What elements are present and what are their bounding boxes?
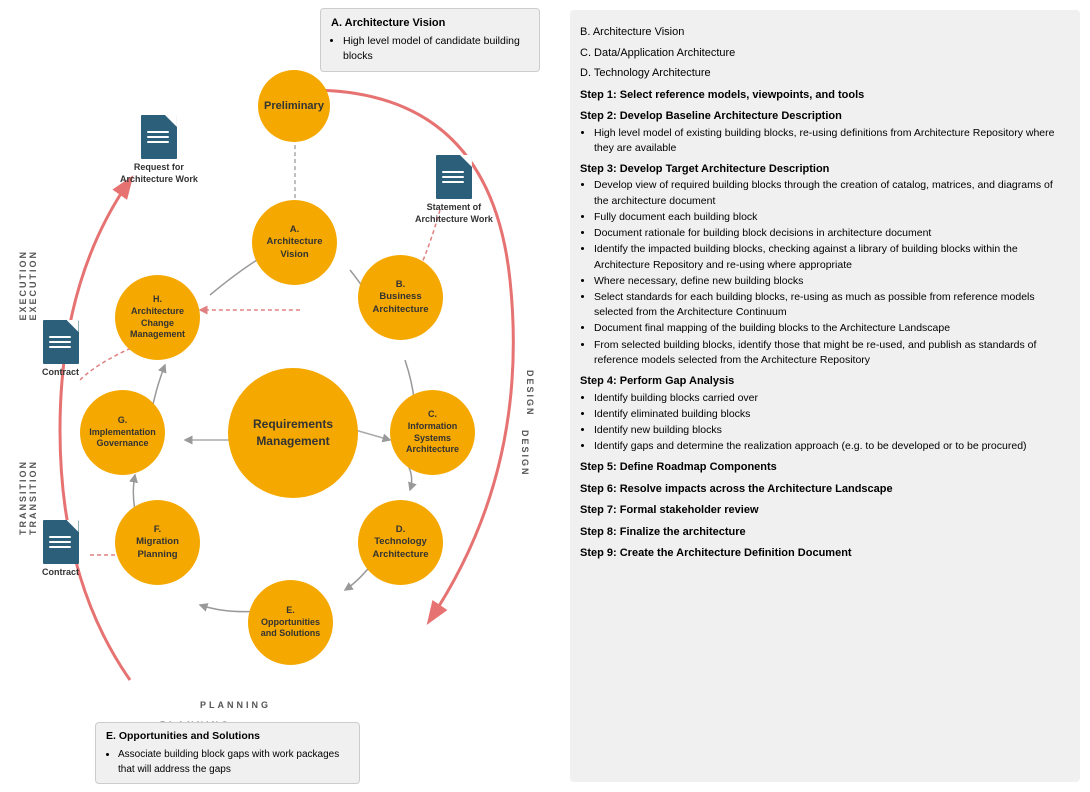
top-callout-bullet-1: High level model of candidate building b… — [343, 34, 529, 66]
label-execution: EXECUTION — [18, 250, 28, 321]
panel-bold-heading: Step 7: Formal stakeholder review — [580, 502, 1066, 519]
panel-bullet-list: Identify building blocks carried overIde… — [594, 391, 1066, 455]
circle-b: B.BusinessArchitecture — [358, 255, 443, 340]
page-container: A. Architecture Vision High level model … — [0, 0, 1090, 792]
label-design: DESIGN — [520, 430, 530, 477]
panel-bullet-item: Identify the impacted building blocks, c… — [594, 242, 1066, 272]
panel-bullet-item: Identify building blocks carried over — [594, 391, 1066, 406]
circle-e: E.Opportunitiesand Solutions — [248, 580, 333, 665]
right-panel: B. Architecture Vision C. Data/Applicatio… — [570, 10, 1080, 782]
panel-bold-heading: Step 9: Create the Architecture Definiti… — [580, 545, 1066, 562]
circle-f: F.MigrationPlanning — [115, 500, 200, 585]
panel-bold-heading: Step 2: Develop Baseline Architecture De… — [580, 108, 1066, 125]
panel-bold-heading: Step 3: Develop Target Architecture Desc… — [580, 161, 1066, 178]
transition-label: TRANSITION — [28, 460, 38, 535]
panel-bullet-item: Fully document each building block — [594, 210, 1066, 225]
doc-request-label: Request forArchitecture Work — [120, 162, 198, 185]
diagram-area: A. Architecture Vision High level model … — [0, 0, 570, 792]
circle-g: G.ImplementationGovernance — [80, 390, 165, 475]
circle-d: D.TechnologyArchitecture — [358, 500, 443, 585]
panel-bullet-list: High level model of existing building bl… — [594, 126, 1066, 156]
panel-bold-heading: Step 5: Define Roadmap Components — [580, 459, 1066, 476]
panel-bullet-item: High level model of existing building bl… — [594, 126, 1066, 156]
circle-center: RequirementsManagement — [228, 368, 358, 498]
panel-bullet-item: From selected building blocks, identify … — [594, 338, 1066, 368]
panel-heading: C. Data/Application Architecture — [580, 45, 1066, 62]
top-callout: A. Architecture Vision High level model … — [320, 8, 540, 72]
circle-preliminary: Preliminary — [258, 70, 330, 142]
panel-heading: D. Technology Architecture — [580, 65, 1066, 82]
doc-statement: Statement ofArchitecture Work — [415, 155, 493, 225]
panel-bullet-item: Document final mapping of the building b… — [594, 321, 1066, 336]
doc-statement-label: Statement ofArchitecture Work — [415, 202, 493, 225]
circle-a: A.ArchitectureVision — [252, 200, 337, 285]
bottom-callout-list: Associate building block gaps with work … — [118, 747, 349, 777]
panel-bullet-item: Document rationale for building block de… — [594, 226, 1066, 241]
circle-h: H.ArchitectureChangeManagement — [115, 275, 200, 360]
panel-bold-heading: Step 8: Finalize the architecture — [580, 524, 1066, 541]
bottom-callout: E. Opportunities and Solutions Associate… — [95, 722, 360, 784]
panel-bold-heading: Step 1: Select reference models, viewpoi… — [580, 87, 1066, 104]
doc-contract-2: Contract — [42, 520, 79, 579]
doc-contract-2-label: Contract — [42, 567, 79, 579]
panel-bullet-item: Identify eliminated building blocks — [594, 407, 1066, 422]
label-planning: PLANNING — [200, 700, 271, 710]
panel-bullet-item: Where necessary, define new building blo… — [594, 274, 1066, 289]
panel-bullet-item: Develop view of required building blocks… — [594, 178, 1066, 208]
label-transition: TRANSITION — [18, 460, 28, 535]
doc-request: Request forArchitecture Work — [120, 115, 198, 185]
execution-label: EXECUTION — [28, 250, 38, 321]
doc-contract-1-label: Contract — [42, 367, 79, 379]
panel-bullet-item: Select standards for each building block… — [594, 290, 1066, 320]
bottom-callout-title: E. Opportunities and Solutions — [106, 729, 349, 745]
top-callout-title: A. Architecture Vision — [331, 15, 529, 32]
panel-heading: B. Architecture Vision — [580, 24, 1066, 41]
top-callout-bullets: High level model of candidate building b… — [343, 34, 529, 66]
right-panel-content: B. Architecture Vision C. Data/Applicatio… — [580, 24, 1066, 562]
panel-bold-heading: Step 6: Resolve impacts across the Archi… — [580, 481, 1066, 498]
bottom-callout-bullet-1: Associate building block gaps with work … — [118, 747, 349, 777]
panel-bullet-item: Identify gaps and determine the realizat… — [594, 439, 1066, 454]
design-label: DESIGN — [525, 370, 535, 417]
panel-bullet-item: Identify new building blocks — [594, 423, 1066, 438]
panel-bold-heading: Step 4: Perform Gap Analysis — [580, 373, 1066, 390]
circle-c: C.InformationSystemsArchitecture — [390, 390, 475, 475]
doc-contract-1: Contract — [42, 320, 79, 379]
panel-bullet-list: Develop view of required building blocks… — [594, 178, 1066, 368]
